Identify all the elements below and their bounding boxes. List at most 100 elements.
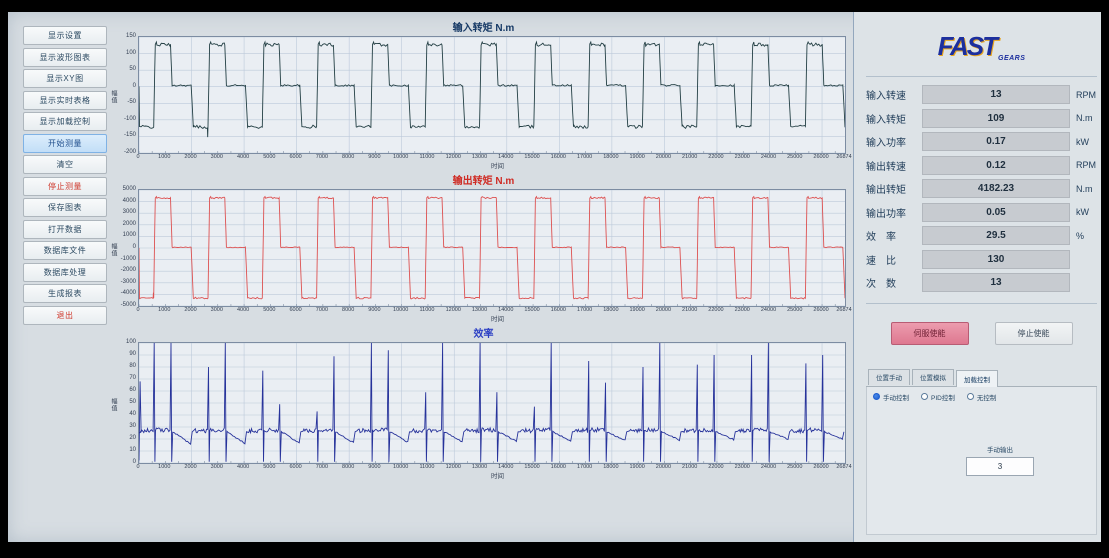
x-tick: 23000 (735, 464, 750, 470)
reading-value: 0.05 (922, 203, 1070, 222)
sidebar-button-0[interactable]: 显示设置 (23, 26, 107, 45)
radio-0[interactable]: 手动控制 (873, 392, 909, 402)
x-tick: 5000 (263, 154, 275, 160)
chart-title: 输入转矩 N.m (110, 22, 857, 36)
x-tick: 19000 (629, 307, 644, 313)
sidebar-button-1[interactable]: 显示波形图表 (23, 48, 107, 67)
y-axis-label: 幅值 (109, 398, 118, 412)
y-tick: 90 (129, 351, 136, 357)
x-tick: 11000 (420, 464, 435, 470)
control-mode-radios: 手动控制 PID控制 无控制 (873, 392, 1090, 402)
plot-canvas (138, 189, 846, 307)
fast-gears-logo: FAST GEARS (866, 12, 1097, 72)
tab-2[interactable]: 加载控制 (956, 370, 998, 387)
sidebar-button-6[interactable]: 清空 (23, 155, 107, 174)
reading-row: 输入转速13RPM (866, 83, 1097, 107)
tab-0[interactable]: 位置手动 (868, 369, 910, 385)
reading-value: 109 (922, 109, 1070, 128)
sidebar-button-12[interactable]: 生成报表 (23, 284, 107, 303)
y-tick: 30 (129, 423, 136, 429)
sidebar-button-7[interactable]: 停止测量 (23, 177, 107, 196)
x-tick: 4000 (237, 307, 249, 313)
x-tick: 15000 (524, 307, 539, 313)
sidebar-button-8[interactable]: 保存图表 (23, 198, 107, 217)
y-tick: 80 (129, 363, 136, 369)
sidebar-button-9[interactable]: 打开数据 (23, 220, 107, 239)
reading-row: 输出转矩4182.23N.m (866, 177, 1097, 201)
reading-unit: % (1070, 231, 1104, 241)
x-tick: 18000 (603, 464, 618, 470)
y-tick: 20 (129, 435, 136, 441)
x-tick: 26000 (813, 154, 828, 160)
x-tick: 20000 (656, 154, 671, 160)
plot-canvas (138, 36, 846, 154)
reading-label: 输出转矩 (866, 181, 922, 196)
x-tick: 14000 (498, 307, 513, 313)
x-tick: 0 (136, 464, 139, 470)
x-tick: 22000 (708, 307, 723, 313)
sidebar-button-4[interactable]: 显示加载控制 (23, 112, 107, 131)
x-tick: 20000 (656, 307, 671, 313)
x-tick: 13000 (472, 154, 487, 160)
reading-label: 输出功率 (866, 205, 922, 220)
y-tick: 5000 (123, 186, 136, 192)
x-tick: 14000 (498, 154, 513, 160)
x-tick: 3000 (211, 307, 223, 313)
x-tick: 4000 (237, 464, 249, 470)
y-tick: -3000 (121, 279, 136, 285)
tab-1[interactable]: 位置模拟 (912, 369, 954, 385)
y-tick: -100 (124, 116, 136, 122)
logo-text: FAST (938, 31, 996, 62)
reading-row: 输入功率0.17kW (866, 130, 1097, 154)
y-tick: 50 (129, 66, 136, 72)
x-tick: 4000 (237, 154, 249, 160)
x-tick: 21000 (682, 154, 697, 160)
reading-value: 0.17 (922, 132, 1070, 151)
sidebar-button-11[interactable]: 数据库处理 (23, 263, 107, 282)
sidebar-button-10[interactable]: 数据库文件 (23, 241, 107, 260)
sidebar-button-2[interactable]: 显示XY图 (23, 69, 107, 88)
right-panel: FAST GEARS 输入转速13RPM 输入转矩109N.m 输入功率0.17kW… (853, 12, 1101, 542)
x-tick: 26000 (813, 307, 828, 313)
manual-output-input[interactable] (966, 457, 1034, 476)
plot-area: 幅值150100500-50-100-150-20001000200030004… (138, 36, 857, 171)
radio-dot (921, 393, 928, 400)
plot-area: 幅值500040003000200010000-1000-2000-3000-4… (138, 189, 857, 324)
radio-1[interactable]: PID控制 (921, 392, 955, 402)
manual-output-group: 手动输出 (965, 444, 1035, 476)
x-tick: 12000 (446, 154, 461, 160)
divider (866, 303, 1097, 304)
radio-2[interactable]: 无控制 (967, 392, 997, 402)
reading-unit: kW (1070, 137, 1104, 147)
x-tick: 1000 (158, 307, 170, 313)
x-tick: 23000 (735, 307, 750, 313)
x-tick: 19000 (629, 154, 644, 160)
chart-1: 输出转矩 N.m幅值500040003000200010000-1000-200… (110, 175, 857, 324)
reading-row: 效 率29.5% (866, 224, 1097, 248)
stop-enable-button[interactable]: 停止使能 (995, 322, 1073, 345)
reading-unit: N.m (1070, 113, 1104, 123)
chart-2: 效率幅值100908070605040302010001000200030004… (110, 328, 857, 481)
x-tick: 23000 (735, 154, 750, 160)
divider (866, 76, 1097, 77)
reading-label: 输入转矩 (866, 111, 922, 126)
x-tick: 6000 (289, 154, 301, 160)
x-axis-ticks: 0100020003000400050006000700080009000100… (138, 307, 857, 315)
sidebar-button-13[interactable]: 退出 (23, 306, 107, 325)
x-tick: 17000 (577, 154, 592, 160)
servo-enable-button[interactable]: 伺服使能 (891, 322, 969, 345)
x-tick: 19000 (629, 464, 644, 470)
reading-unit: kW (1070, 207, 1104, 217)
sidebar-button-5[interactable]: 开始测量 (23, 134, 107, 153)
x-tick: 7000 (316, 464, 328, 470)
reading-value: 130 (922, 250, 1070, 269)
y-tick: 100 (126, 339, 136, 345)
reading-value: 13 (922, 85, 1070, 104)
reading-label: 次 数 (866, 275, 922, 290)
reading-value: 4182.23 (922, 179, 1070, 198)
x-tick: 0 (136, 154, 139, 160)
sidebar-button-3[interactable]: 显示实时表格 (23, 91, 107, 110)
x-tick: 21000 (682, 307, 697, 313)
x-tick: 12000 (446, 464, 461, 470)
y-tick: 10 (129, 447, 136, 453)
